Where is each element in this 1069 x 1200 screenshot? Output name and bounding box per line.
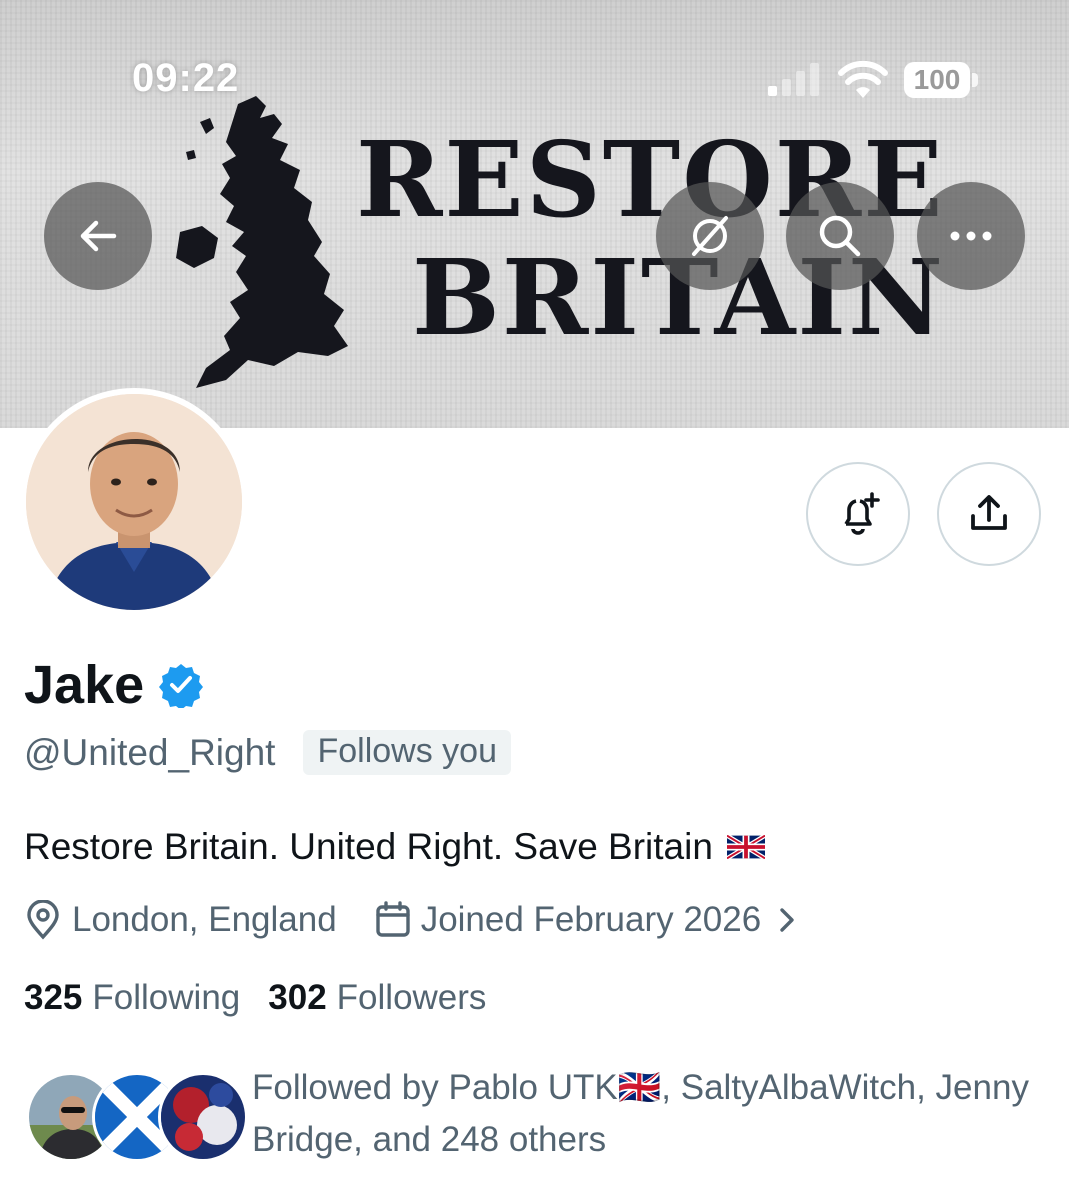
profile-joined: Joined February 2026 bbox=[420, 900, 762, 939]
more-icon bbox=[950, 231, 992, 241]
avatar-image bbox=[26, 394, 242, 610]
verified-badge-icon[interactable] bbox=[158, 662, 204, 708]
following-count: 325 bbox=[24, 978, 83, 1017]
follower-avatar-3 bbox=[158, 1072, 248, 1162]
globe-slash-icon bbox=[692, 216, 728, 256]
search-icon bbox=[819, 215, 861, 257]
bio-text: Restore Britain. United Right. Save Brit… bbox=[24, 826, 713, 867]
followed-by-text[interactable]: Followed by Pablo UTK🇬🇧, SaltyAlbaWitch,… bbox=[252, 1062, 1052, 1166]
cellular-signal-icon bbox=[768, 63, 819, 96]
following-label: Following bbox=[92, 978, 241, 1017]
joined-date-link[interactable]: Joined February 2026 bbox=[375, 900, 800, 940]
share-button[interactable] bbox=[937, 462, 1041, 566]
profile-name: Jake bbox=[24, 655, 145, 715]
followed-by-avatars[interactable] bbox=[26, 1072, 248, 1162]
profile-avatar[interactable] bbox=[20, 388, 248, 616]
more-button[interactable] bbox=[917, 182, 1025, 290]
wifi-icon bbox=[838, 60, 888, 98]
profile-handle: @United_Right bbox=[24, 731, 276, 773]
profile-location: London, England bbox=[72, 900, 337, 939]
battery-nub bbox=[972, 73, 978, 87]
share-icon bbox=[971, 495, 1007, 530]
notifications-button[interactable] bbox=[806, 462, 910, 566]
arrow-left-icon bbox=[80, 220, 117, 252]
battery-indicator: 100 bbox=[904, 62, 970, 98]
follows-you-badge: Follows you bbox=[303, 730, 511, 775]
translate-button[interactable] bbox=[656, 182, 764, 290]
calendar-icon bbox=[375, 901, 410, 937]
location-pin-icon bbox=[27, 900, 59, 940]
bell-plus-icon bbox=[844, 492, 880, 535]
chevron-right-icon bbox=[780, 908, 794, 932]
followers-count: 302 bbox=[268, 978, 327, 1017]
followers-link[interactable]: 302 Followers bbox=[268, 978, 486, 1018]
uk-flag-icon bbox=[726, 835, 765, 859]
profile-bio: Restore Britain. United Right. Save Brit… bbox=[24, 826, 765, 868]
followers-label: Followers bbox=[336, 978, 487, 1017]
search-button[interactable] bbox=[786, 182, 894, 290]
status-time: 09:22 bbox=[132, 56, 240, 100]
following-link[interactable]: 325 Following bbox=[24, 978, 240, 1018]
back-button[interactable] bbox=[44, 182, 152, 290]
